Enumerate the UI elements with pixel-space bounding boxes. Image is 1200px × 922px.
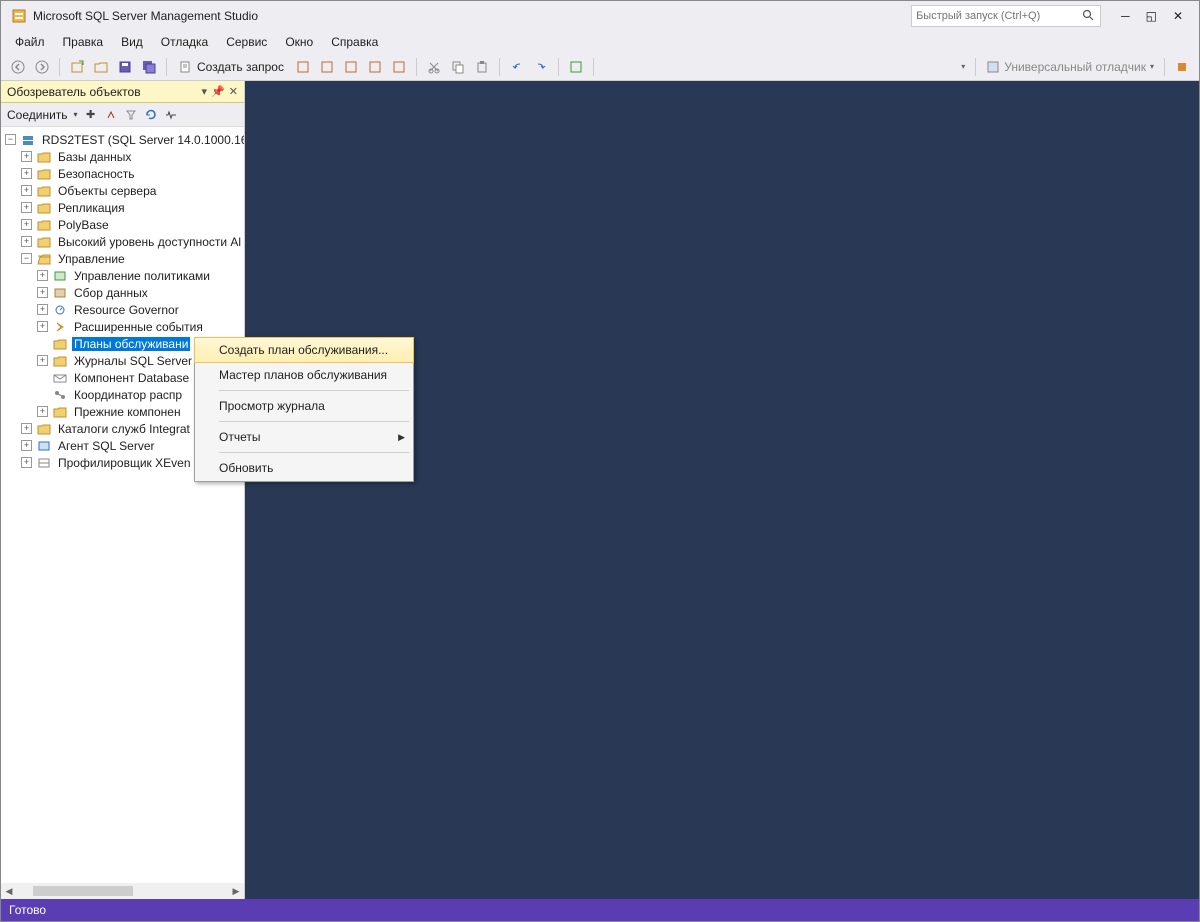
folder-icon [36, 167, 52, 181]
new-query-button[interactable]: Создать запрос [173, 58, 290, 76]
activity-icon[interactable] [164, 108, 178, 122]
cm-create-plan[interactable]: Создать план обслуживания... [194, 337, 414, 363]
close-button[interactable]: ✕ [1169, 5, 1187, 27]
quick-launch-box[interactable] [911, 5, 1101, 27]
tb-misc-icon[interactable] [565, 56, 587, 78]
panel-pin-icon[interactable]: 📌 [211, 85, 225, 98]
cm-view-log[interactable]: Просмотр журнала [195, 393, 413, 419]
paste-icon[interactable] [471, 56, 493, 78]
menu-help[interactable]: Справка [323, 33, 386, 51]
cut-icon[interactable] [423, 56, 445, 78]
app-icon [11, 8, 27, 24]
folder-icon [52, 337, 68, 351]
forward-button[interactable] [31, 56, 53, 78]
panel-title: Обозреватель объектов [7, 85, 141, 99]
folder-icon [36, 201, 52, 215]
data-collection-icon [52, 286, 68, 300]
save-all-icon[interactable] [138, 56, 160, 78]
cm-refresh[interactable]: Обновить [195, 455, 413, 481]
folder-icon [36, 422, 52, 436]
open-icon[interactable] [90, 56, 112, 78]
workspace [245, 81, 1199, 899]
coord-icon [52, 388, 68, 402]
server-icon [20, 133, 36, 147]
submenu-arrow-icon: ▶ [398, 432, 405, 443]
tree: − RDS2TEST (SQL Server 14.0.1000.169 - A… [1, 127, 244, 899]
tree-resource-governor[interactable]: +Resource Governor [1, 301, 244, 318]
folder-icon [36, 235, 52, 249]
save-icon[interactable] [114, 56, 136, 78]
config-dropdown[interactable]: ▾ [893, 62, 969, 71]
quick-launch-input[interactable] [916, 10, 1082, 22]
tb-icon-4[interactable] [364, 56, 386, 78]
redo-icon[interactable] [530, 56, 552, 78]
panel-close-icon[interactable]: ✕ [229, 85, 238, 98]
tb-icon-2[interactable] [316, 56, 338, 78]
tb-icon-1[interactable] [292, 56, 314, 78]
menu-debug[interactable]: Отладка [153, 33, 216, 51]
refresh-icon[interactable] [144, 108, 158, 122]
statusbar: Готово [1, 899, 1199, 921]
menu-file[interactable]: Файл [7, 33, 53, 51]
debugger-dropdown[interactable]: Универсальный отладчик ▾ [982, 60, 1158, 74]
cm-plan-wizard[interactable]: Мастер планов обслуживания [195, 362, 413, 388]
panel-toolbar: Соединить ▾ ✚ [1, 103, 244, 127]
policy-icon [52, 269, 68, 283]
new-project-icon[interactable] [66, 56, 88, 78]
tree-security[interactable]: +Безопасность [1, 165, 244, 182]
tb-icon-5[interactable] [388, 56, 410, 78]
menu-view[interactable]: Вид [113, 33, 151, 51]
undo-icon[interactable] [506, 56, 528, 78]
tb-icon-3[interactable] [340, 56, 362, 78]
folder-icon [36, 218, 52, 232]
titlebar: Microsoft SQL Server Management Studio ─… [1, 1, 1199, 31]
tree-policy-management[interactable]: +Управление политиками [1, 267, 244, 284]
tree-extended-events[interactable]: +Расширенные события [1, 318, 244, 335]
context-menu: Создать план обслуживания... Мастер план… [194, 337, 414, 482]
xevent-icon [36, 456, 52, 470]
folder-icon [36, 184, 52, 198]
app-title: Microsoft SQL Server Management Studio [33, 9, 258, 23]
tree-polybase[interactable]: +PolyBase [1, 216, 244, 233]
menu-window[interactable]: Окно [277, 33, 321, 51]
minimize-button[interactable]: ─ [1117, 5, 1134, 27]
panel-header: Обозреватель объектов ▾ 📌 ✕ [1, 81, 244, 103]
back-button[interactable] [7, 56, 29, 78]
maximize-button[interactable]: ◱ [1142, 5, 1161, 27]
tree-management[interactable]: −Управление [1, 250, 244, 267]
menubar: Файл Правка Вид Отладка Сервис Окно Спра… [1, 31, 1199, 53]
filter-icon[interactable] [124, 108, 138, 122]
folder-open-icon [36, 252, 52, 266]
tree-databases[interactable]: +Базы данных [1, 148, 244, 165]
folder-icon [52, 354, 68, 368]
disconnect-icon[interactable]: ✚ [84, 108, 98, 122]
stop-icon[interactable] [104, 108, 118, 122]
cm-reports[interactable]: Отчеты▶ [195, 424, 413, 450]
status-text: Готово [9, 903, 46, 917]
search-icon [1082, 9, 1096, 23]
object-explorer-panel: Обозреватель объектов ▾ 📌 ✕ Соединить ▾ … [1, 81, 245, 899]
connect-label[interactable]: Соединить [7, 108, 68, 122]
extended-events-icon [52, 320, 68, 334]
tree-high-availability[interactable]: +Высокий уровень доступности Al [1, 233, 244, 250]
tree-replication[interactable]: +Репликация [1, 199, 244, 216]
mail-icon [52, 371, 68, 385]
horizontal-scrollbar[interactable]: ◀ ▶ [1, 883, 244, 899]
tree-server-objects[interactable]: +Объекты сервера [1, 182, 244, 199]
resource-governor-icon [52, 303, 68, 317]
menu-tools[interactable]: Сервис [218, 33, 275, 51]
menu-edit[interactable]: Правка [55, 33, 112, 51]
tree-root[interactable]: − RDS2TEST (SQL Server 14.0.1000.169 - A [1, 131, 244, 148]
tb-right-icon[interactable] [1171, 56, 1193, 78]
copy-icon[interactable] [447, 56, 469, 78]
agent-icon [36, 439, 52, 453]
folder-icon [36, 150, 52, 164]
toolbar: Создать запрос ▾ Универсальный отладчик … [1, 53, 1199, 81]
folder-icon [52, 405, 68, 419]
tree-data-collection[interactable]: +Сбор данных [1, 284, 244, 301]
panel-dropdown-icon[interactable]: ▾ [202, 85, 208, 98]
